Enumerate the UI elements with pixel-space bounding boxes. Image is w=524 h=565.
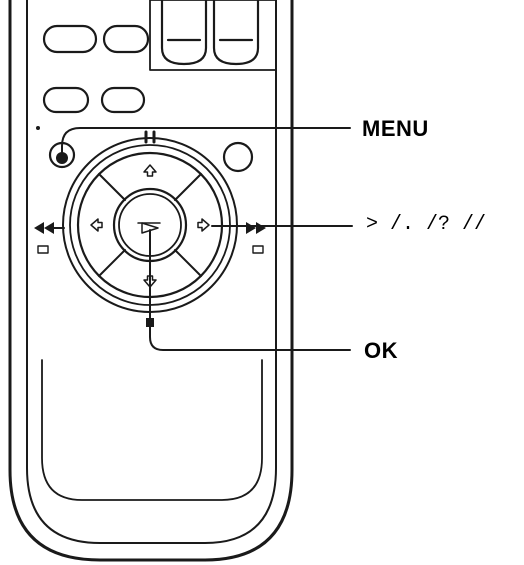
prev-icon [37, 245, 49, 254]
rocker-button-right[interactable] [212, 0, 260, 66]
arrow-buttons-label: > /. /? // [366, 213, 487, 236]
oval-button-row2[interactable] [100, 86, 146, 114]
rewind-icon [34, 222, 54, 234]
right-round-button[interactable] [222, 141, 254, 173]
up-arrow-icon[interactable] [143, 164, 157, 177]
top-oval-button-1[interactable] [42, 24, 98, 54]
menu-indicator-dot [36, 126, 40, 130]
left-arrow-icon[interactable] [90, 218, 103, 232]
rocker-button-left[interactable] [160, 0, 208, 66]
ok-label: OK [364, 338, 398, 363]
remote-control-diagram [8, 0, 353, 562]
fast-forward-icon [246, 222, 266, 234]
right-arrow-icon[interactable] [197, 218, 210, 232]
remote-body-inner [26, 0, 277, 544]
remote-lower-panel [41, 359, 263, 501]
menu-leader-line [61, 127, 351, 153]
next-icon [252, 245, 264, 254]
top-oval-button-2[interactable] [102, 24, 150, 54]
play-slow-button[interactable] [42, 86, 90, 114]
menu-label: MENU [362, 116, 429, 141]
